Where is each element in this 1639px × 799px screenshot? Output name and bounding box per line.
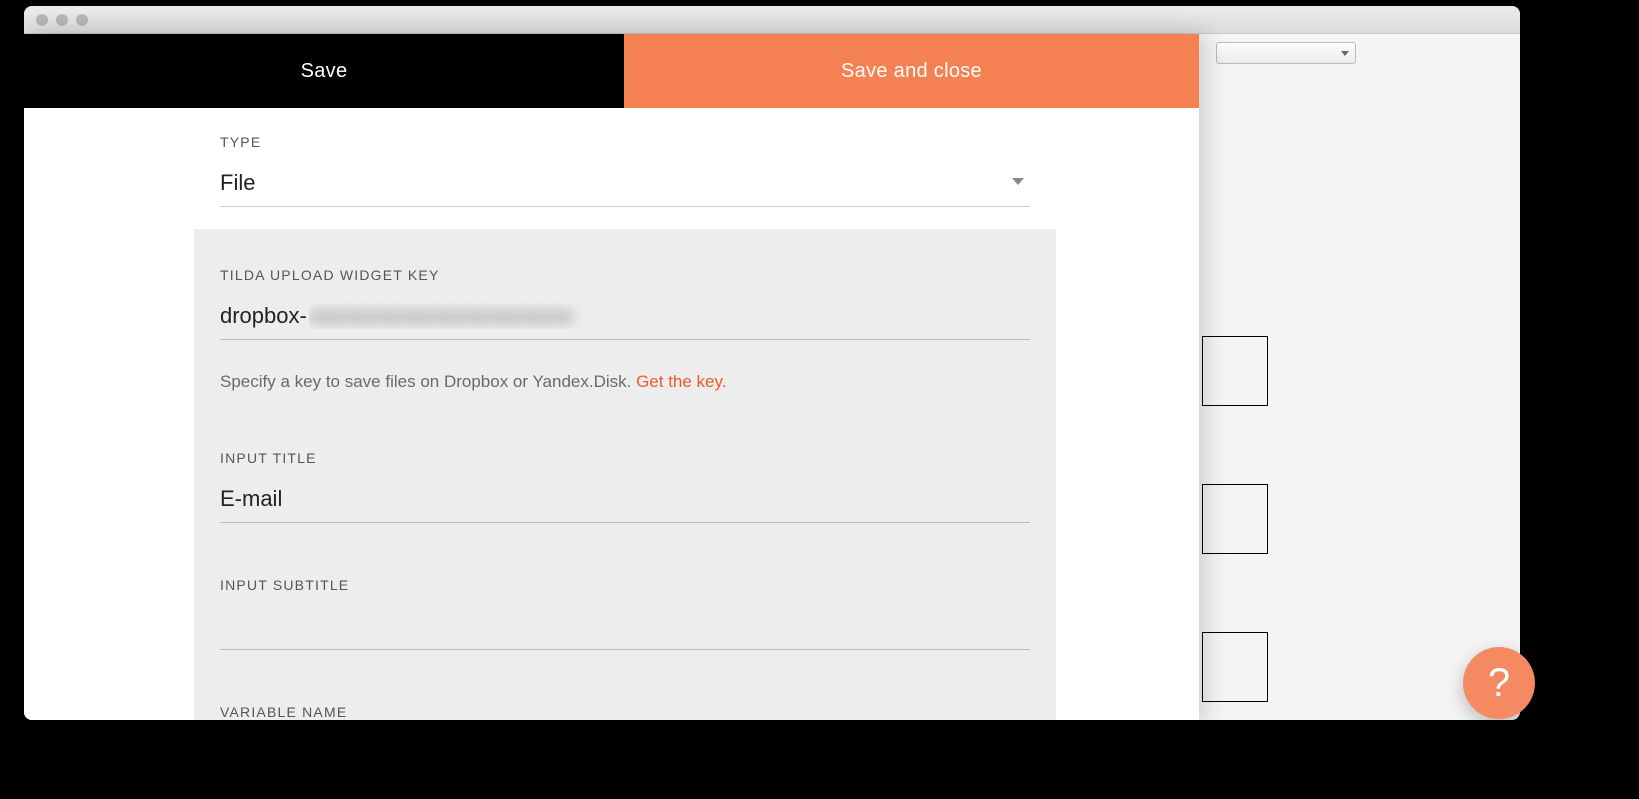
- upload-key-helper: Specify a key to save files on Dropbox o…: [220, 372, 1030, 392]
- type-label: TYPE: [220, 134, 1030, 150]
- input-subtitle-field[interactable]: [220, 607, 1030, 650]
- window-minimize-dot[interactable]: [56, 14, 68, 26]
- input-subtitle-group: INPUT SUBTITLE: [194, 553, 1056, 650]
- app-window: Save Save and close TYPE File TI: [24, 6, 1520, 720]
- background-dropdown[interactable]: [1216, 42, 1356, 64]
- window-titlebar: [24, 6, 1520, 34]
- upload-key-group: TILDA UPLOAD WIDGET KEY dropbox- Specify…: [194, 243, 1056, 392]
- background-field-box[interactable]: [1202, 484, 1268, 554]
- variable-name-group: VARIABLE NAME: [194, 680, 1056, 720]
- background-field-box[interactable]: [1202, 632, 1268, 702]
- save-and-close-button[interactable]: Save and close: [624, 34, 1199, 108]
- form-area: TYPE File TILDA UPLOAD WIDGET KEY dropbo…: [194, 108, 1056, 720]
- background-field-box[interactable]: [1202, 336, 1268, 406]
- help-fab[interactable]: ?: [1463, 647, 1535, 719]
- type-card: TYPE File: [194, 108, 1056, 229]
- input-title-label: INPUT TITLE: [220, 450, 1030, 466]
- input-title-field[interactable]: [220, 480, 1030, 523]
- modal-action-bar: Save Save and close: [24, 34, 1199, 108]
- modal-body: TYPE File TILDA UPLOAD WIDGET KEY dropbo…: [24, 108, 1199, 720]
- input-title-group: INPUT TITLE: [194, 426, 1056, 523]
- window-close-dot[interactable]: [36, 14, 48, 26]
- help-icon: ?: [1488, 661, 1510, 706]
- upload-key-helper-text: Specify a key to save files on Dropbox o…: [220, 372, 636, 391]
- upload-key-input-wrap[interactable]: dropbox-: [220, 297, 1030, 340]
- field-settings-modal: Save Save and close TYPE File TI: [24, 34, 1199, 720]
- input-subtitle-label: INPUT SUBTITLE: [220, 577, 1030, 593]
- upload-key-input[interactable]: [307, 303, 1030, 329]
- window-zoom-dot[interactable]: [76, 14, 88, 26]
- upload-key-prefix: dropbox-: [220, 303, 307, 329]
- save-button[interactable]: Save: [24, 34, 624, 108]
- variable-name-label: VARIABLE NAME: [220, 704, 1030, 720]
- upload-key-label: TILDA UPLOAD WIDGET KEY: [220, 267, 1030, 283]
- type-select[interactable]: File: [220, 164, 1030, 207]
- chevron-down-icon: [1012, 178, 1024, 185]
- get-the-key-link[interactable]: Get the key.: [636, 372, 726, 391]
- type-select-value: File: [220, 170, 255, 195]
